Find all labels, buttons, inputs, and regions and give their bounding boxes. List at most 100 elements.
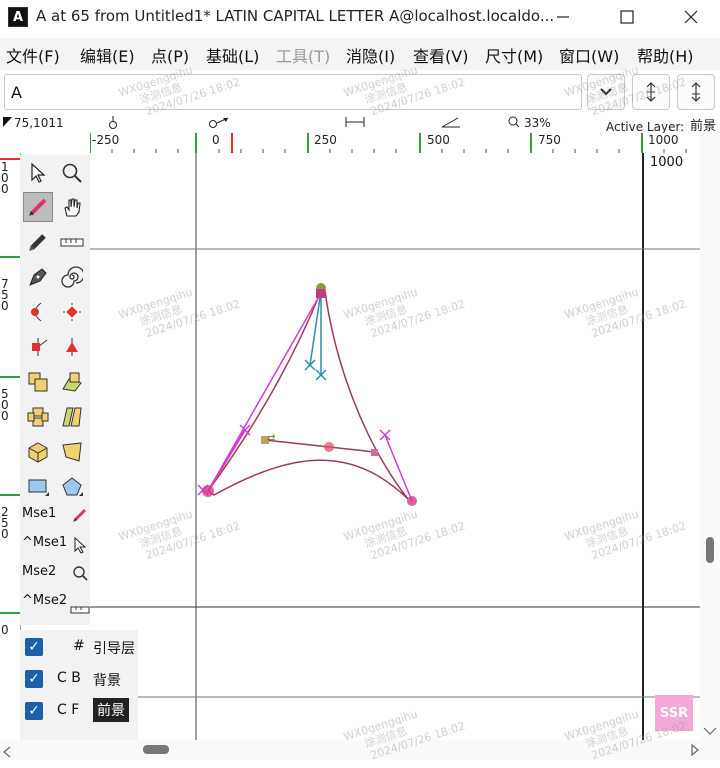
layer-foreground[interactable]: ✓ C F 前景 <box>20 698 138 726</box>
maximize-icon <box>620 10 634 24</box>
pointer-tool[interactable] <box>23 158 53 188</box>
feltpen-tool[interactable] <box>23 227 53 257</box>
double-arrow-icon <box>646 82 656 102</box>
scroll-right-icon[interactable] <box>690 742 700 761</box>
magnify-icon <box>62 163 82 183</box>
skew-tool[interactable] <box>57 402 87 432</box>
tangent-point-tool[interactable] <box>23 332 53 362</box>
menu-hints[interactable]: 消隐(I) <box>346 43 395 67</box>
horizontal-scrollbar[interactable] <box>0 740 720 760</box>
ruler-label: 250 <box>1 505 9 541</box>
baseline-button[interactable] <box>677 74 715 110</box>
ruler-label: 500 <box>1 387 9 423</box>
rotate-icon <box>62 372 82 392</box>
layer-flag: C F <box>57 702 80 718</box>
vertical-metrics-button[interactable] <box>632 74 670 110</box>
pencil-icon <box>29 198 47 216</box>
hvcurve-point-tool[interactable] <box>57 332 87 362</box>
pointer-icon <box>72 536 88 558</box>
ruler-tool[interactable] <box>57 227 87 257</box>
active-layer-value: 前景 <box>690 119 717 134</box>
perspective-tool[interactable] <box>57 437 87 467</box>
maximize-button[interactable] <box>604 0 650 34</box>
polygon-icon <box>62 477 83 496</box>
double-arrow-icon <box>691 82 701 102</box>
vertical-scrollbar[interactable] <box>700 133 720 740</box>
vertical-scroll-thumb[interactable] <box>706 537 714 563</box>
layer-visible-checkbox[interactable]: ✓ <box>25 670 43 688</box>
layer-visible-checkbox[interactable]: ✓ <box>25 638 43 656</box>
scroll-down-icon[interactable] <box>702 721 718 740</box>
svg-text:⇄: ⇄ <box>267 433 275 444</box>
toolbox: Mse1 ^Mse1 Mse2 ^Mse2 <box>20 155 90 625</box>
pointer-icon <box>31 162 46 183</box>
3d-rotate-tool[interactable] <box>23 437 53 467</box>
menu-file[interactable]: 文件(F) <box>6 43 60 67</box>
minimize-icon <box>557 16 569 18</box>
ruler-label: 750 <box>1 277 9 313</box>
magnify-icon <box>72 565 88 587</box>
menu-element[interactable]: 基础(L) <box>206 43 259 67</box>
mouse1-label: Mse1 <box>22 506 57 521</box>
spiral-tool[interactable] <box>57 262 87 292</box>
close-icon <box>684 10 698 24</box>
minimize-button[interactable] <box>540 0 586 34</box>
app-icon: A <box>8 7 28 27</box>
glyph-dropdown-button[interactable] <box>587 74 625 110</box>
menu-edit[interactable]: 编辑(E) <box>80 43 135 67</box>
polygon-tool[interactable] <box>57 472 87 502</box>
distance-icon <box>344 116 366 131</box>
scale-tool[interactable] <box>23 367 53 397</box>
layer-name: 引导层 <box>93 641 135 657</box>
mouse2-label: Mse2 <box>22 564 57 579</box>
corner-point-tool[interactable] <box>57 297 87 327</box>
ssr-badge: SSR <box>655 695 693 731</box>
layer-flag: C B <box>57 670 81 686</box>
pen-icon <box>29 268 47 286</box>
curve-point-tool[interactable] <box>23 297 53 327</box>
ruler-label: 100 <box>1 160 9 196</box>
pencil-icon <box>72 507 88 527</box>
ctrl-mouse2-label: ^Mse2 <box>22 593 68 608</box>
close-button[interactable] <box>668 0 714 34</box>
hand-tool[interactable] <box>57 192 87 222</box>
menu-view[interactable]: 查看(V) <box>413 43 468 67</box>
menu-window[interactable]: 窗口(W) <box>559 43 619 67</box>
scroll-left-icon[interactable] <box>2 744 12 763</box>
horizontal-scroll-thumb[interactable] <box>143 745 169 754</box>
feltpen-icon <box>29 234 46 251</box>
magnify-tool[interactable] <box>57 158 87 188</box>
vector-icon <box>208 116 230 133</box>
menu-bar: 文件(F) 编辑(E) 点(P) 基础(L) 工具(T) 消隐(I) 查看(V)… <box>0 38 720 70</box>
layer-guide[interactable]: ✓ # 引导层 <box>20 634 138 662</box>
rectangle-icon <box>28 479 49 496</box>
window-title: A at 65 from Untitled1* LATIN CAPITAL LE… <box>36 7 555 25</box>
menu-help[interactable]: 帮助(H) <box>637 43 694 67</box>
layers-panel: ✓ # 引导层 ✓ C B 背景 ✓ C F 前景 <box>20 630 138 740</box>
layer-visible-checkbox[interactable]: ✓ <box>25 702 43 720</box>
ruler-label: 750 <box>538 133 561 147</box>
layer-background[interactable]: ✓ C B 背景 <box>20 666 138 694</box>
menu-metrics[interactable]: 尺寸(M) <box>485 43 543 67</box>
flip-tool[interactable] <box>23 402 53 432</box>
rotate-tool[interactable] <box>57 367 87 397</box>
canvas-width-label: 1000 <box>650 155 684 170</box>
glyph-canvas[interactable]: ⇄ 1000 <box>90 153 700 740</box>
menu-point[interactable]: 点(P) <box>151 43 189 67</box>
hand-icon <box>64 198 81 217</box>
pencil-tool[interactable] <box>23 192 53 222</box>
tangent-point-icon <box>32 338 48 356</box>
glyph-name-field[interactable]: A <box>4 74 582 110</box>
layer-name: 背景 <box>93 673 121 689</box>
menu-tools: 工具(T) <box>276 47 331 66</box>
rectangle-tool[interactable] <box>23 472 53 502</box>
title-bar: A A at 65 from Untitled1* LATIN CAPITAL … <box>0 0 720 34</box>
ruler-label: 0 <box>1 623 9 637</box>
status-row: 75,1011 33% Active Layer: 前景 <box>0 114 720 134</box>
cursor-coords: 75,1011 <box>14 116 64 130</box>
ruler-icon <box>60 238 84 247</box>
zoom-icon <box>508 116 520 131</box>
pen-tool[interactable] <box>23 262 53 292</box>
horizontal-ruler: -250 0 250 500 750 1000 <box>90 133 700 154</box>
zoom-level: 33% <box>524 116 551 130</box>
